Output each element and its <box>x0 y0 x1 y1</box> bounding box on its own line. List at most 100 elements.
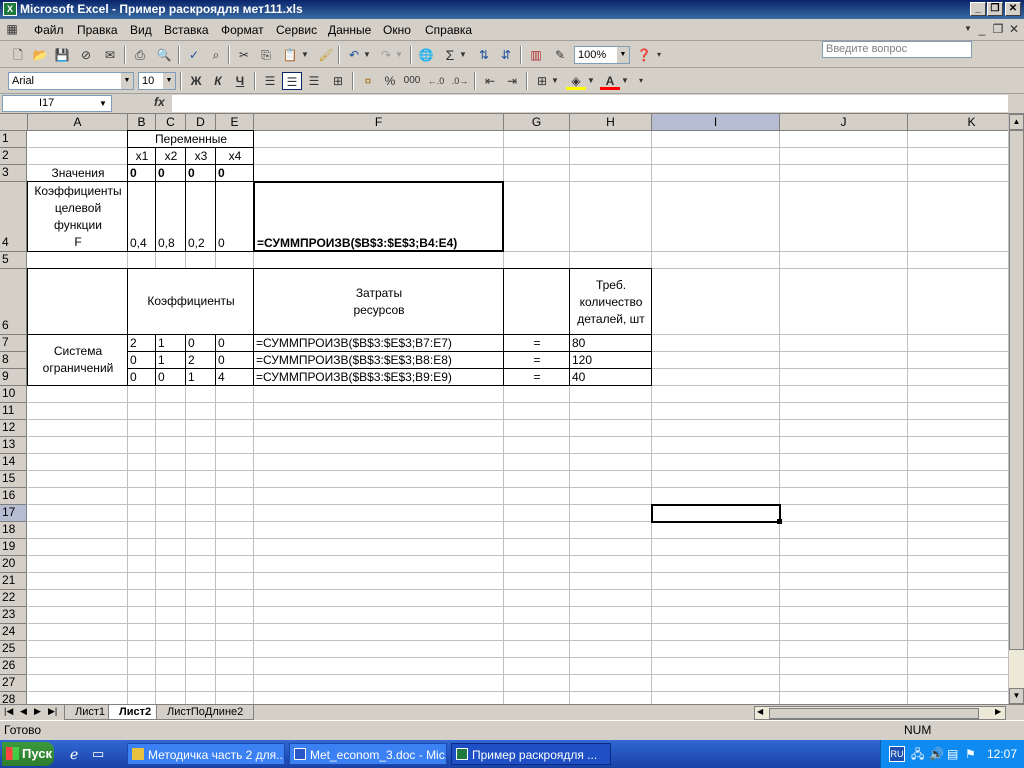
underline-button[interactable]: Ч <box>230 72 250 90</box>
merge-center-icon[interactable]: ⊞ <box>328 72 348 90</box>
save-icon[interactable]: 💾 <box>52 46 72 64</box>
cell-b8[interactable]: 0 <box>128 352 156 368</box>
cell-c8[interactable]: 1 <box>156 352 186 368</box>
row-header[interactable]: 18 <box>0 522 27 539</box>
fill-color-icon[interactable]: ◈ <box>566 72 586 90</box>
menu-data[interactable]: Данные <box>328 23 371 37</box>
autosum-icon[interactable]: Σ <box>440 46 460 64</box>
row-header[interactable]: 2 <box>0 148 27 165</box>
row-header[interactable]: 28 <box>0 692 27 704</box>
align-center-icon[interactable]: ☰ <box>282 72 302 90</box>
new-icon[interactable]: 🗋 <box>8 46 28 64</box>
cell-a4-line4[interactable]: F <box>28 234 128 250</box>
font-size-dropdown-icon[interactable]: ▼ <box>163 73 175 89</box>
menu-window[interactable]: Окно <box>383 23 411 37</box>
desktop-icon[interactable]: ▭ <box>92 746 104 762</box>
scroll-up-icon[interactable]: ▲ <box>1009 114 1024 130</box>
cell-d7[interactable]: 0 <box>186 335 216 351</box>
cell-h8[interactable]: 120 <box>570 352 652 368</box>
row-header[interactable]: 23 <box>0 607 27 624</box>
cell-b4[interactable]: 0,4 <box>128 235 156 251</box>
prev-sheet-icon[interactable]: ◀ <box>20 706 27 717</box>
volume-icon[interactable]: 🔊 <box>929 740 944 768</box>
col-header-a[interactable]: A <box>28 114 128 131</box>
col-header-f[interactable]: F <box>254 114 504 131</box>
cell-f7[interactable]: =СУММПРОИЗВ($B$3:$E$3;B7:E7) <box>254 335 504 351</box>
cell-e2[interactable]: x4 <box>216 148 254 164</box>
col-header-k[interactable]: K <box>908 114 1008 131</box>
sheet-tab-2[interactable]: Лист2 <box>108 705 163 720</box>
paste-icon[interactable]: 📋 <box>280 46 300 64</box>
fill-handle[interactable] <box>777 519 782 524</box>
col-header-c[interactable]: C <box>156 114 186 131</box>
col-header-i[interactable]: I <box>652 114 780 131</box>
row-header[interactable]: 16 <box>0 488 27 505</box>
percent-button[interactable]: % <box>380 72 400 90</box>
open-icon[interactable]: 📂 <box>30 46 50 64</box>
zoom-combo[interactable]: 100% ▼ <box>574 46 630 64</box>
decrease-indent-icon[interactable]: ⇤ <box>480 72 500 90</box>
sort-descending-icon[interactable]: ⇵ <box>496 46 516 64</box>
cell-e8[interactable]: 0 <box>216 352 254 368</box>
menu-insert[interactable]: Вставка <box>164 23 209 37</box>
tray-app-icon[interactable]: ▤ <box>947 740 958 768</box>
scroll-right-icon[interactable]: ▶ <box>995 707 1001 716</box>
decrease-decimal-icon[interactable]: .0→ <box>450 72 470 90</box>
scroll-down-icon[interactable]: ▼ <box>1009 688 1024 704</box>
row-header[interactable]: 10 <box>0 386 27 403</box>
minimize-button[interactable]: _ <box>970 2 986 16</box>
row-header[interactable]: 21 <box>0 573 27 590</box>
row-header[interactable]: 4 <box>0 182 27 252</box>
cell-h6-line2[interactable]: количество <box>570 294 652 310</box>
cell-e7[interactable]: 0 <box>216 335 254 351</box>
menu-help[interactable]: Справка <box>425 23 472 37</box>
cell-c3[interactable]: 0 <box>156 165 186 181</box>
cell-a7-line1[interactable]: Система <box>28 343 128 359</box>
row-header[interactable]: 9 <box>0 369 27 386</box>
align-right-icon[interactable]: ☰ <box>304 72 324 90</box>
row-header[interactable]: 12 <box>0 420 27 437</box>
spelling-icon[interactable]: ✓ <box>184 46 204 64</box>
undo-icon[interactable]: ↶ <box>344 46 364 64</box>
first-sheet-icon[interactable]: |◀ <box>4 706 13 717</box>
row-header[interactable]: 5 <box>0 252 27 269</box>
print-preview-icon[interactable]: 🔍 <box>154 46 174 64</box>
font-color-dropdown-icon[interactable]: ▼ <box>620 72 630 90</box>
menu-format[interactable]: Формат <box>221 23 264 37</box>
cell-a3[interactable]: Значения <box>28 165 128 181</box>
cell-c2[interactable]: x2 <box>156 148 186 164</box>
workbook-icon[interactable]: ▦ <box>2 20 22 38</box>
cut-icon[interactable]: ✂ <box>234 46 254 64</box>
vertical-scrollbar[interactable]: ▲ ▼ <box>1008 114 1024 704</box>
row-header[interactable]: 1 <box>0 131 27 148</box>
cell-b3[interactable]: 0 <box>128 165 156 181</box>
row-header[interactable]: 7 <box>0 335 27 352</box>
insert-function-icon[interactable]: fx <box>154 95 165 109</box>
close-button[interactable]: ✕ <box>1005 2 1021 16</box>
cell-b1[interactable]: Переменные <box>128 131 254 147</box>
italic-button[interactable]: К <box>208 72 228 90</box>
row-header[interactable]: 26 <box>0 658 27 675</box>
toolbar-options-icon[interactable]: ▾ <box>654 46 664 64</box>
chart-wizard-icon[interactable]: ▥ <box>526 46 546 64</box>
sort-ascending-icon[interactable]: ⇅ <box>474 46 494 64</box>
cell-f4[interactable]: =СУММПРОИЗВ($B$3:$E$3;B4:E4) <box>255 235 501 251</box>
cell-b6[interactable]: Коэффициенты <box>128 293 254 309</box>
font-color-button[interactable]: A <box>600 72 620 90</box>
permission-icon[interactable]: ⊘ <box>76 46 96 64</box>
col-header-b[interactable]: B <box>128 114 156 131</box>
font-combo[interactable]: Arial ▼ <box>8 72 134 90</box>
row-header[interactable]: 25 <box>0 641 27 658</box>
cell-a7-line2[interactable]: ограничений <box>28 360 128 376</box>
autosum-dropdown-icon[interactable]: ▼ <box>458 46 468 64</box>
menu-view[interactable]: Вид <box>130 23 152 37</box>
cell-a4-line1[interactable]: Коэффициенты <box>28 183 128 199</box>
cell-c9[interactable]: 0 <box>156 369 186 385</box>
format-toolbar-options-icon[interactable]: ▾ <box>636 72 646 90</box>
name-box[interactable]: I17 ▼ <box>2 95 112 112</box>
row-header[interactable]: 17 <box>0 505 27 522</box>
menu-edit[interactable]: Правка <box>77 23 118 37</box>
research-icon[interactable]: ⌕ <box>206 46 226 64</box>
undo-dropdown-icon[interactable]: ▼ <box>362 46 372 64</box>
cell-b2[interactable]: x1 <box>128 148 156 164</box>
